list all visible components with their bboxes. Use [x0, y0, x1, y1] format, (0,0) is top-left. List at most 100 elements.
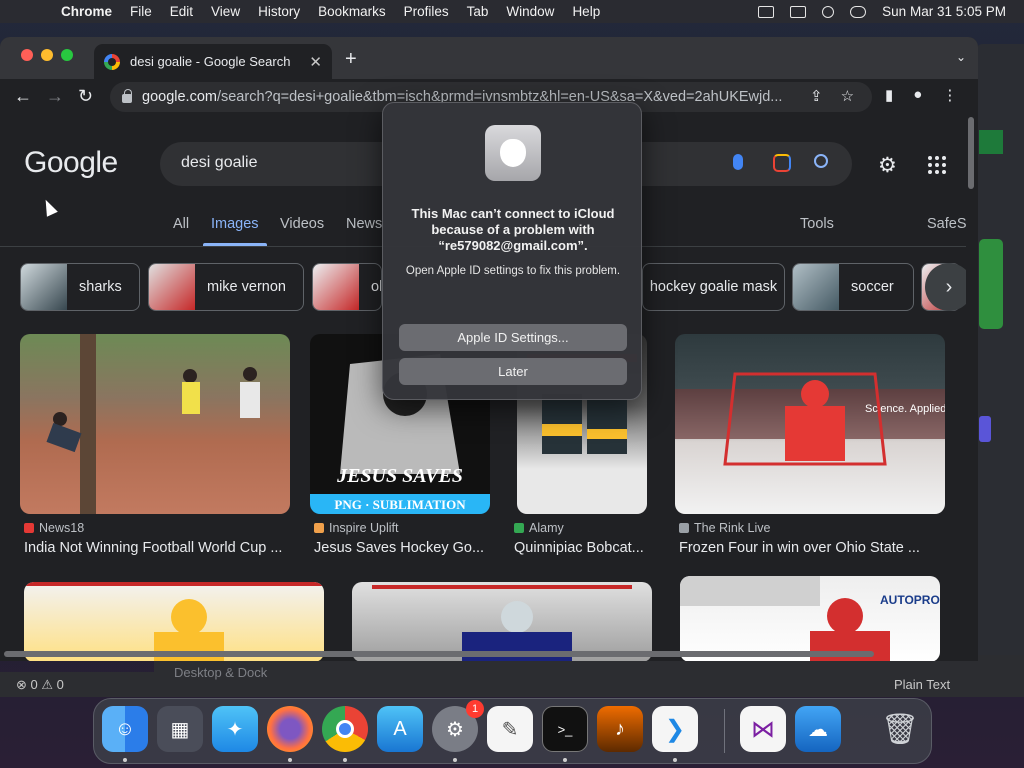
chip-label: hockey goalie mask	[649, 279, 778, 295]
chip-sharks[interactable]: sharks	[20, 263, 140, 311]
result-image-4[interactable]: Science. Applied to Life	[675, 334, 945, 514]
screen-mirroring-icon[interactable]	[790, 5, 807, 18]
menu-bookmarks[interactable]: Bookmarks	[309, 4, 395, 19]
input-source-icon[interactable]	[758, 5, 775, 18]
google-lens-icon[interactable]	[773, 154, 791, 172]
vertical-scrollbar[interactable]	[968, 117, 974, 189]
tab-search-chevron-icon[interactable]: ⌄	[956, 50, 966, 64]
result-source-2[interactable]: Inspire Uplift	[314, 521, 398, 535]
menu-tab[interactable]: Tab	[458, 4, 498, 19]
tab-images[interactable]: Images	[211, 216, 259, 232]
side-panel-icon[interactable]: ▮	[885, 86, 893, 104]
tab-strip: desi goalie - Google Search ✕ + ⌄	[0, 37, 978, 79]
new-tab-button[interactable]: +	[345, 48, 357, 71]
browser-tab[interactable]: desi goalie - Google Search ✕	[94, 44, 332, 79]
url-host: google.com	[142, 89, 217, 105]
system-settings-icon[interactable]: ⚙ 1	[432, 700, 484, 752]
result-caption-3[interactable]: Quinnipiac Bobcat...	[514, 540, 644, 556]
terminal-icon[interactable]: >_	[542, 706, 588, 752]
source-name: Alamy	[529, 521, 564, 535]
chrome-menu-icon[interactable]: ⋮	[942, 86, 957, 104]
spotlight-icon[interactable]	[822, 5, 835, 18]
safari-icon[interactable]: ✦	[212, 706, 258, 752]
problems-count[interactable]: ⊗ 0 ⚠ 0	[16, 677, 64, 693]
close-tab-icon[interactable]: ✕	[309, 53, 322, 71]
close-window-button[interactable]	[21, 49, 33, 61]
tab-news[interactable]: News	[346, 216, 382, 232]
menu-clock[interactable]: Sun Mar 31 5:05 PM	[882, 4, 1006, 19]
horizontal-scrollbar[interactable]	[4, 651, 874, 657]
running-indicator	[453, 758, 457, 762]
google-apps-icon[interactable]	[928, 156, 946, 174]
garageband-icon[interactable]: ♪	[597, 706, 643, 752]
chip-soccer[interactable]: soccer	[792, 263, 914, 311]
system-settings-apple-icon	[485, 125, 541, 181]
search-icon[interactable]	[814, 154, 828, 168]
zoom-window-button[interactable]	[61, 49, 73, 61]
menu-bar: Chrome File Edit View History Bookmarks …	[0, 0, 1024, 23]
trash-icon[interactable]: 🗑	[877, 706, 923, 752]
apple-id-settings-button[interactable]: Apple ID Settings...	[399, 324, 627, 351]
chip-thumbnail	[21, 264, 67, 310]
result-caption-2[interactable]: Jesus Saves Hockey Go...	[314, 540, 484, 556]
safesearch-button[interactable]: SafeS	[927, 216, 966, 232]
bookmark-star-icon[interactable]: ☆	[841, 87, 854, 105]
result-source-1[interactable]: News18	[24, 521, 84, 535]
menu-history[interactable]: History	[249, 4, 309, 19]
plain-text-label[interactable]: Plain Text	[894, 677, 950, 692]
chip-hockey-goalie-mask[interactable]: hockey goalie mask	[642, 263, 785, 311]
autopro-sign-text: AUTOPRO	[880, 593, 940, 607]
minimize-window-button[interactable]	[41, 49, 53, 61]
result-source-3[interactable]: Alamy	[514, 521, 564, 535]
menu-app-name[interactable]: Chrome	[52, 4, 121, 19]
weather-icon[interactable]: ☁	[795, 706, 841, 752]
menu-file[interactable]: File	[121, 4, 161, 19]
visual-studio-icon[interactable]: ⋈	[740, 706, 786, 752]
app-store-icon[interactable]: A	[377, 706, 423, 752]
launchpad-icon[interactable]: ▦	[157, 706, 203, 752]
control-center-icon[interactable]	[850, 5, 867, 18]
share-icon[interactable]: ⇪	[810, 87, 823, 105]
running-indicator	[673, 758, 677, 762]
textedit-icon[interactable]: ✎	[487, 706, 533, 752]
menu-profiles[interactable]: Profiles	[395, 4, 458, 19]
result-image-1[interactable]	[20, 334, 290, 514]
result-image-5[interactable]	[24, 582, 324, 661]
menu-edit[interactable]: Edit	[161, 4, 202, 19]
chip-ol[interactable]: ol	[312, 263, 382, 311]
profile-icon[interactable]: ●	[913, 86, 922, 104]
chip-mike-vernon[interactable]: mike vernon	[148, 263, 304, 311]
reload-icon[interactable]: ↻	[78, 86, 93, 107]
firefox-icon[interactable]	[267, 706, 313, 752]
result-caption-1[interactable]: India Not Winning Football World Cup ...	[24, 540, 282, 556]
result-image-7[interactable]: AUTOPRO	[680, 576, 940, 661]
tab-videos[interactable]: Videos	[280, 216, 324, 232]
background-window-accent	[979, 416, 991, 442]
search-input[interactable]: desi goalie	[181, 154, 258, 172]
menu-view[interactable]: View	[202, 4, 249, 19]
tab-title: desi goalie - Google Search	[130, 54, 291, 69]
finder-icon[interactable]: ☺	[102, 706, 148, 752]
vscode-icon[interactable]: ❯	[652, 706, 698, 752]
later-button[interactable]: Later	[399, 358, 627, 385]
result-source-4[interactable]: The Rink Live	[679, 521, 770, 535]
tools-button[interactable]: Tools	[800, 216, 834, 232]
running-indicator	[343, 758, 347, 762]
tab-all[interactable]: All	[173, 216, 189, 232]
result-image-6[interactable]	[352, 582, 652, 661]
menu-help[interactable]: Help	[563, 4, 609, 19]
result-caption-4[interactable]: Frozen Four in win over Ohio State ...	[679, 540, 920, 556]
voice-search-icon[interactable]	[733, 154, 743, 170]
chrome-icon[interactable]	[322, 706, 368, 752]
settings-gear-icon[interactable]: ⚙	[878, 153, 897, 178]
forward-arrow-icon[interactable]: →	[46, 86, 64, 107]
notification-badge: 1	[466, 700, 484, 718]
dialog-title: This Mac can’t connect to iCloud because…	[411, 206, 615, 253]
back-arrow-icon[interactable]: ←	[14, 86, 32, 107]
google-logo[interactable]: Google	[24, 146, 118, 180]
menu-window[interactable]: Window	[497, 4, 563, 19]
chip-thumbnail	[149, 264, 195, 310]
chips-next-arrow-icon[interactable]: ›	[925, 263, 966, 311]
google-favicon-icon	[104, 53, 120, 70]
source-name: Inspire Uplift	[329, 521, 399, 535]
